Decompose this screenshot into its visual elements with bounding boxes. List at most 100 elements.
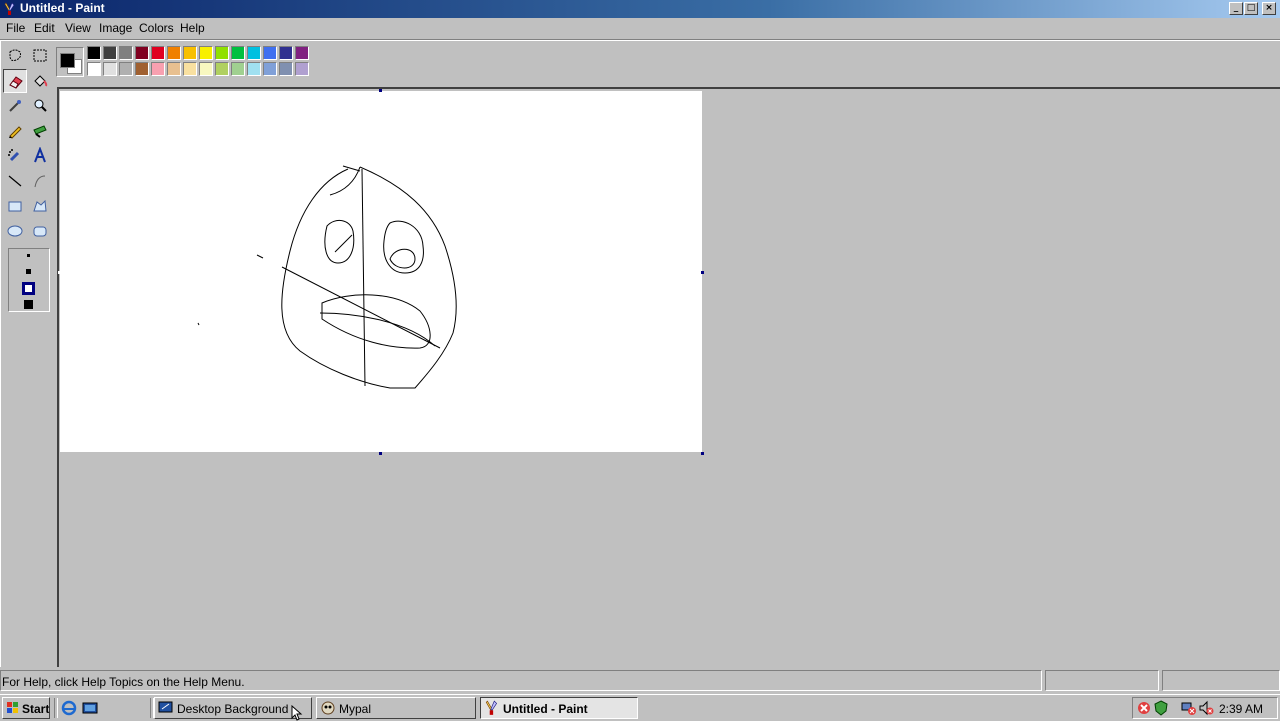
ellipse-icon <box>7 225 23 237</box>
menu-colors[interactable]: Colors <box>139 21 174 35</box>
palette-swatch[interactable] <box>215 62 229 76</box>
pick-color-icon <box>9 100 21 112</box>
canvas-handle-corner[interactable] <box>701 452 704 455</box>
menu-bar: File Edit View Image Colors Help <box>0 18 1280 38</box>
menu-help[interactable]: Help <box>180 21 205 35</box>
palette-swatch[interactable] <box>247 62 261 76</box>
tool-line[interactable] <box>3 169 27 193</box>
tool-free-form-select[interactable] <box>3 44 27 68</box>
tool-rounded-rectangle[interactable] <box>28 219 52 243</box>
antivirus-icon[interactable] <box>1153 700 1169 716</box>
paint-app-icon <box>4 2 15 15</box>
start-button[interactable]: Start <box>2 697 50 719</box>
palette-swatch[interactable] <box>199 46 213 60</box>
palette-swatch[interactable] <box>167 46 181 60</box>
palette-swatch[interactable] <box>103 62 117 76</box>
tool-fill[interactable] <box>28 69 52 93</box>
tool-magnifier[interactable] <box>28 94 52 118</box>
palette-swatch[interactable] <box>183 62 197 76</box>
canvas-handle-bottom[interactable] <box>379 452 382 455</box>
palette-swatch[interactable] <box>279 62 293 76</box>
canvas-handle-right[interactable] <box>701 271 704 274</box>
clock[interactable]: 2:39 AM <box>1219 702 1263 716</box>
mouse-cursor-icon <box>291 705 303 721</box>
window-title: Untitled - Paint <box>20 1 105 15</box>
palette-swatch[interactable] <box>151 62 165 76</box>
title-bar[interactable]: Untitled - Paint _ □ × <box>0 0 1280 18</box>
palette-swatch[interactable] <box>151 46 165 60</box>
palette-swatch[interactable] <box>167 62 181 76</box>
select-icon <box>33 49 47 62</box>
tool-polygon[interactable] <box>28 194 52 218</box>
brush-icon <box>33 125 47 138</box>
canvas-handle-left <box>58 271 61 274</box>
palette-swatch[interactable] <box>247 46 261 60</box>
free-form-select-icon <box>9 49 21 62</box>
system-tray: 2:39 AM <box>1132 697 1278 719</box>
rounded-rectangle-icon <box>33 226 47 237</box>
network-disconnected-icon[interactable] <box>1181 700 1197 716</box>
palette-swatch[interactable] <box>231 46 245 60</box>
palette-swatch[interactable] <box>119 62 133 76</box>
task-desktop-background[interactable]: Desktop Background <box>154 697 312 719</box>
palette-swatch[interactable] <box>135 62 149 76</box>
tool-select[interactable] <box>28 44 52 68</box>
palette-swatch[interactable] <box>199 62 213 76</box>
palette-swatch[interactable] <box>215 46 229 60</box>
menu-view[interactable]: View <box>65 21 91 35</box>
palette-swatch[interactable] <box>263 62 277 76</box>
airbrush-icon <box>8 149 20 162</box>
task-mypal[interactable]: Mypal <box>316 697 476 719</box>
menu-image[interactable]: Image <box>99 21 132 35</box>
maximize-button[interactable]: □ <box>1244 2 1258 15</box>
menu-edit[interactable]: Edit <box>34 21 55 35</box>
foreground-color[interactable] <box>60 53 75 68</box>
task-label: Mypal <box>339 702 372 716</box>
mypal-browser-icon <box>321 701 335 715</box>
minimize-button[interactable]: _ <box>1229 2 1243 15</box>
tool-box <box>2 44 54 314</box>
palette-swatch[interactable] <box>135 46 149 60</box>
palette-swatch[interactable] <box>279 46 293 60</box>
menu-file[interactable]: File <box>6 21 25 35</box>
palette-swatch[interactable] <box>231 62 245 76</box>
show-desktop-icon[interactable] <box>82 700 98 716</box>
size-option-4[interactable] <box>24 300 33 309</box>
palette-swatch[interactable] <box>295 62 309 76</box>
tool-rectangle[interactable] <box>3 194 27 218</box>
eraser-icon <box>9 76 23 89</box>
pencil-icon <box>9 126 22 139</box>
palette-swatch[interactable] <box>183 46 197 60</box>
tool-airbrush[interactable] <box>3 144 27 168</box>
display-properties-icon <box>158 701 173 713</box>
current-colors[interactable] <box>56 47 84 77</box>
internet-explorer-icon[interactable] <box>61 700 77 716</box>
security-alert-icon[interactable] <box>1136 700 1152 716</box>
tool-pick-color[interactable] <box>3 94 27 118</box>
palette-swatch[interactable] <box>119 46 133 60</box>
size-option-1[interactable] <box>27 254 30 257</box>
size-option-2[interactable] <box>26 269 31 274</box>
magnifier-icon <box>34 99 47 112</box>
palette-swatch[interactable] <box>295 46 309 60</box>
drawing-canvas[interactable] <box>60 91 702 452</box>
task-label: Desktop Background <box>177 702 289 716</box>
volume-muted-icon[interactable] <box>1198 700 1214 716</box>
windows-logo-icon <box>7 702 18 713</box>
close-button[interactable]: × <box>1262 2 1276 15</box>
start-label: Start <box>22 702 50 716</box>
palette-swatch[interactable] <box>87 46 101 60</box>
tool-curve[interactable] <box>28 169 52 193</box>
tool-eraser[interactable] <box>3 69 27 93</box>
tool-ellipse[interactable] <box>3 219 27 243</box>
palette-swatch[interactable] <box>103 46 117 60</box>
palette-swatch[interactable] <box>87 62 101 76</box>
text-icon <box>34 147 46 163</box>
tool-brush[interactable] <box>28 119 52 143</box>
tool-pencil[interactable] <box>3 119 27 143</box>
size-option-3-selected[interactable] <box>22 282 35 295</box>
task-untitled-paint[interactable]: Untitled - Paint <box>480 697 638 719</box>
tool-text[interactable] <box>28 144 52 168</box>
taskbar: Start Desktop Background Mypal Untitled … <box>0 694 1280 721</box>
palette-swatch[interactable] <box>263 46 277 60</box>
